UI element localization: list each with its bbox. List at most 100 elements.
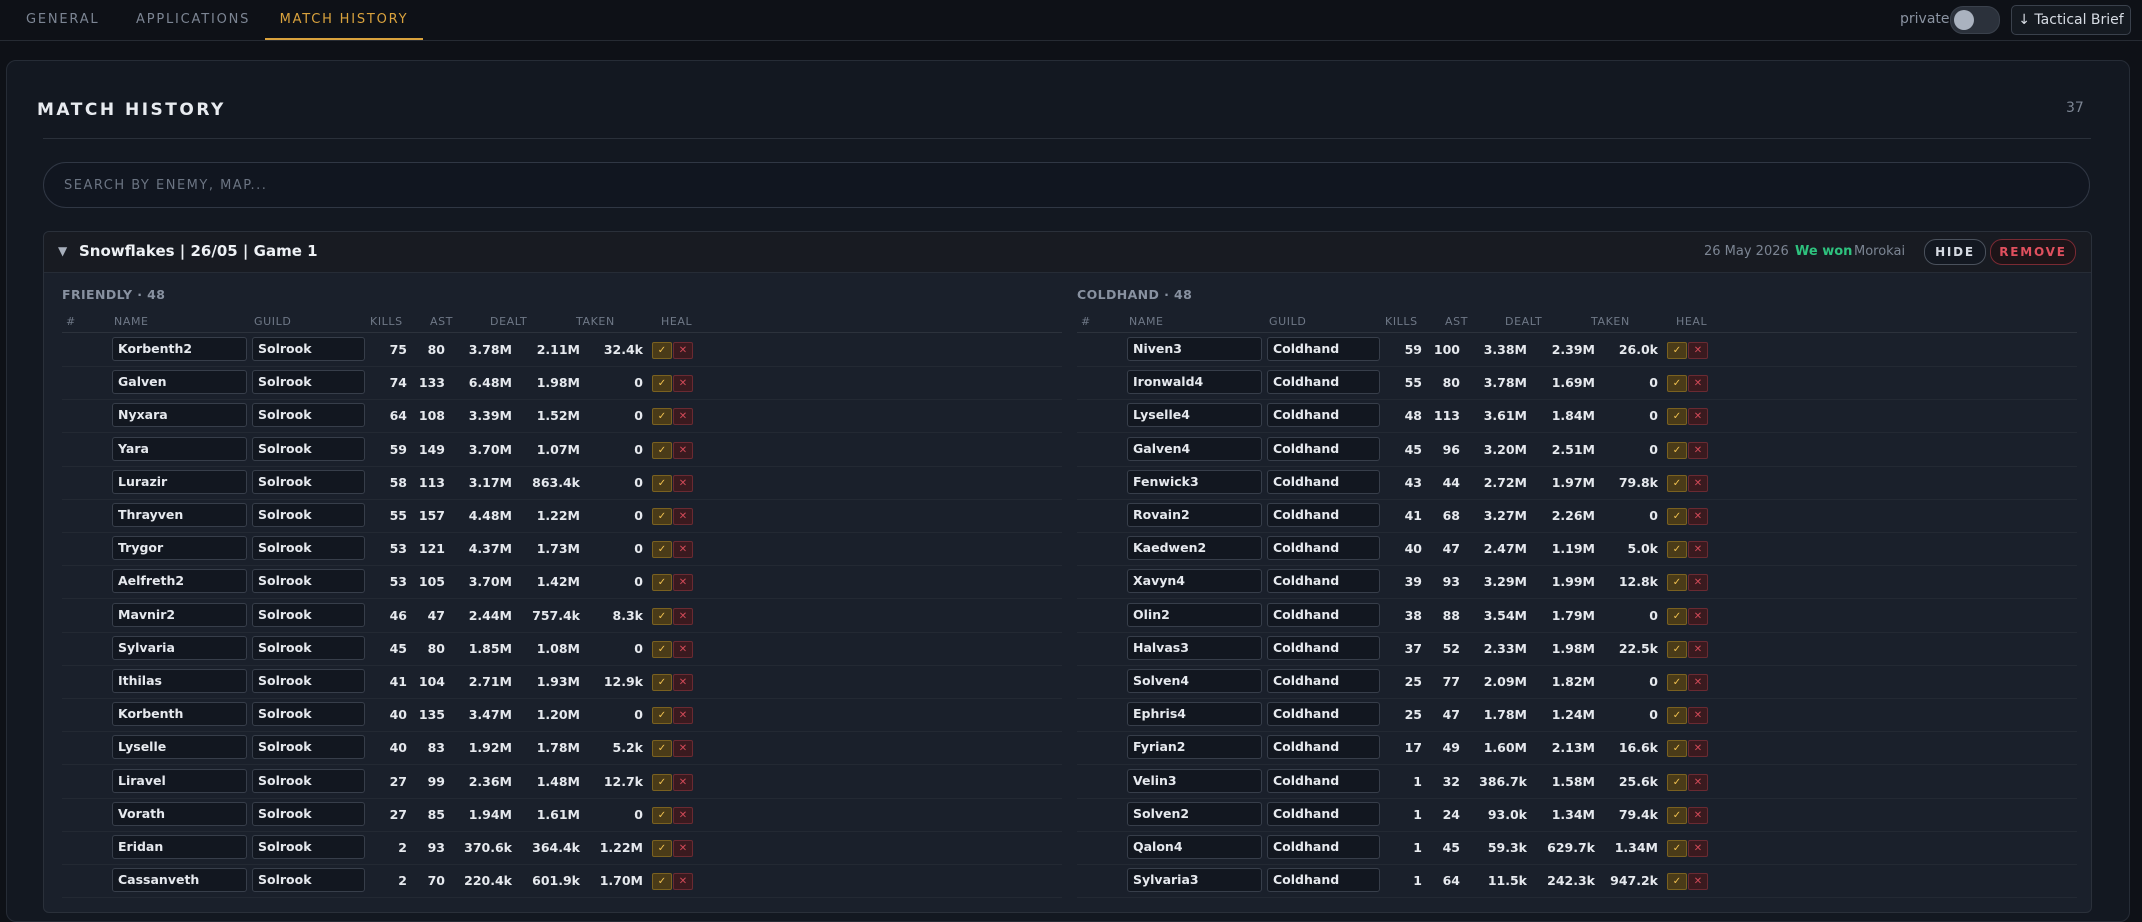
- guild-field[interactable]: Solrook: [252, 337, 365, 361]
- close-icon[interactable]: ✕: [673, 408, 693, 426]
- close-icon[interactable]: ✕: [1688, 873, 1708, 891]
- player-name-field[interactable]: Solven2: [1127, 801, 1262, 826]
- close-icon[interactable]: ✕: [673, 574, 693, 592]
- close-icon[interactable]: ✕: [1688, 674, 1708, 691]
- player-name-field[interactable]: Galven4: [1127, 436, 1262, 461]
- check-icon[interactable]: ✓: [652, 541, 672, 559]
- close-icon[interactable]: ✕: [1688, 707, 1708, 725]
- check-icon[interactable]: ✓: [652, 806, 672, 824]
- close-icon[interactable]: ✕: [1688, 375, 1708, 393]
- check-icon[interactable]: ✓: [1667, 342, 1687, 359]
- guild-field[interactable]: Coldhand: [1267, 768, 1380, 793]
- check-icon[interactable]: ✓: [652, 740, 672, 758]
- player-name-field[interactable]: Galven: [112, 370, 247, 395]
- check-icon[interactable]: ✓: [1667, 508, 1687, 525]
- guild-field[interactable]: Solrook: [252, 370, 365, 395]
- player-name-field[interactable]: Cassanveth: [112, 868, 247, 893]
- player-name-field[interactable]: Solven4: [1127, 669, 1262, 693]
- guild-field[interactable]: Solrook: [252, 602, 365, 627]
- close-icon[interactable]: ✕: [1688, 574, 1708, 592]
- check-icon[interactable]: ✓: [652, 574, 672, 592]
- guild-field[interactable]: Coldhand: [1267, 337, 1380, 361]
- check-icon[interactable]: ✓: [652, 375, 672, 393]
- player-name-field[interactable]: Ironwald4: [1127, 370, 1262, 395]
- close-icon[interactable]: ✕: [673, 541, 693, 559]
- check-icon[interactable]: ✓: [652, 674, 672, 691]
- guild-field[interactable]: Coldhand: [1267, 469, 1380, 494]
- check-icon[interactable]: ✓: [652, 707, 672, 725]
- player-name-field[interactable]: Xavyn4: [1127, 569, 1262, 594]
- guild-field[interactable]: Coldhand: [1267, 669, 1380, 693]
- check-icon[interactable]: ✓: [652, 640, 672, 658]
- guild-field[interactable]: Solrook: [252, 669, 365, 693]
- close-icon[interactable]: ✕: [673, 840, 693, 857]
- player-name-field[interactable]: Lyselle4: [1127, 403, 1262, 428]
- close-icon[interactable]: ✕: [1688, 474, 1708, 492]
- guild-field[interactable]: Solrook: [252, 735, 365, 760]
- guild-field[interactable]: Coldhand: [1267, 503, 1380, 527]
- guild-field[interactable]: Coldhand: [1267, 735, 1380, 760]
- guild-field[interactable]: Coldhand: [1267, 602, 1380, 627]
- close-icon[interactable]: ✕: [673, 474, 693, 492]
- close-icon[interactable]: ✕: [673, 740, 693, 758]
- player-name-field[interactable]: Nyxara: [112, 403, 247, 428]
- player-name-field[interactable]: Liravel: [112, 768, 247, 793]
- check-icon[interactable]: ✓: [1667, 541, 1687, 559]
- check-icon[interactable]: ✓: [1667, 806, 1687, 824]
- close-icon[interactable]: ✕: [673, 508, 693, 525]
- guild-field[interactable]: Solrook: [252, 702, 365, 727]
- close-icon[interactable]: ✕: [673, 873, 693, 891]
- guild-field[interactable]: Coldhand: [1267, 835, 1380, 859]
- close-icon[interactable]: ✕: [1688, 806, 1708, 824]
- close-icon[interactable]: ✕: [1688, 773, 1708, 791]
- player-name-field[interactable]: Lyselle: [112, 735, 247, 760]
- guild-field[interactable]: Solrook: [252, 768, 365, 793]
- check-icon[interactable]: ✓: [1667, 607, 1687, 625]
- close-icon[interactable]: ✕: [1688, 441, 1708, 459]
- check-icon[interactable]: ✓: [1667, 873, 1687, 891]
- chevron-down-icon[interactable]: ▼: [58, 244, 67, 258]
- guild-field[interactable]: Solrook: [252, 436, 365, 461]
- check-icon[interactable]: ✓: [1667, 840, 1687, 857]
- player-name-field[interactable]: Ephris4: [1127, 702, 1262, 727]
- check-icon[interactable]: ✓: [1667, 674, 1687, 691]
- check-icon[interactable]: ✓: [652, 773, 672, 791]
- check-icon[interactable]: ✓: [1667, 574, 1687, 592]
- player-name-field[interactable]: Kaedwen2: [1127, 536, 1262, 561]
- guild-field[interactable]: Solrook: [252, 569, 365, 594]
- tab-general[interactable]: GENERAL: [26, 0, 99, 38]
- guild-field[interactable]: Solrook: [252, 469, 365, 494]
- guild-field[interactable]: Solrook: [252, 801, 365, 826]
- close-icon[interactable]: ✕: [673, 375, 693, 393]
- check-icon[interactable]: ✓: [652, 607, 672, 625]
- player-name-field[interactable]: Sylvaria: [112, 635, 247, 660]
- close-icon[interactable]: ✕: [673, 640, 693, 658]
- remove-button[interactable]: REMOVE: [1990, 239, 2076, 265]
- check-icon[interactable]: ✓: [652, 408, 672, 426]
- guild-field[interactable]: Coldhand: [1267, 569, 1380, 594]
- player-name-field[interactable]: Vorath: [112, 801, 247, 826]
- player-name-field[interactable]: Korbenth: [112, 702, 247, 727]
- player-name-field[interactable]: Velin3: [1127, 768, 1262, 793]
- check-icon[interactable]: ✓: [652, 840, 672, 857]
- player-name-field[interactable]: Trygor: [112, 536, 247, 561]
- player-name-field[interactable]: Fenwick3: [1127, 469, 1262, 494]
- check-icon[interactable]: ✓: [1667, 707, 1687, 725]
- check-icon[interactable]: ✓: [1667, 773, 1687, 791]
- guild-field[interactable]: Coldhand: [1267, 403, 1380, 428]
- tab-applications[interactable]: APPLICATIONS: [136, 0, 250, 38]
- guild-field[interactable]: Solrook: [252, 635, 365, 660]
- guild-field[interactable]: Coldhand: [1267, 536, 1380, 561]
- hide-button[interactable]: HIDE: [1924, 239, 1986, 265]
- check-icon[interactable]: ✓: [1667, 474, 1687, 492]
- check-icon[interactable]: ✓: [1667, 441, 1687, 459]
- close-icon[interactable]: ✕: [1688, 640, 1708, 658]
- guild-field[interactable]: Solrook: [252, 868, 365, 893]
- player-name-field[interactable]: Qalon4: [1127, 835, 1262, 859]
- private-toggle[interactable]: [1950, 6, 2000, 34]
- check-icon[interactable]: ✓: [652, 873, 672, 891]
- check-icon[interactable]: ✓: [652, 441, 672, 459]
- player-name-field[interactable]: Sylvaria3: [1127, 868, 1262, 893]
- player-name-field[interactable]: Yara: [112, 436, 247, 461]
- player-name-field[interactable]: Lurazir: [112, 469, 247, 494]
